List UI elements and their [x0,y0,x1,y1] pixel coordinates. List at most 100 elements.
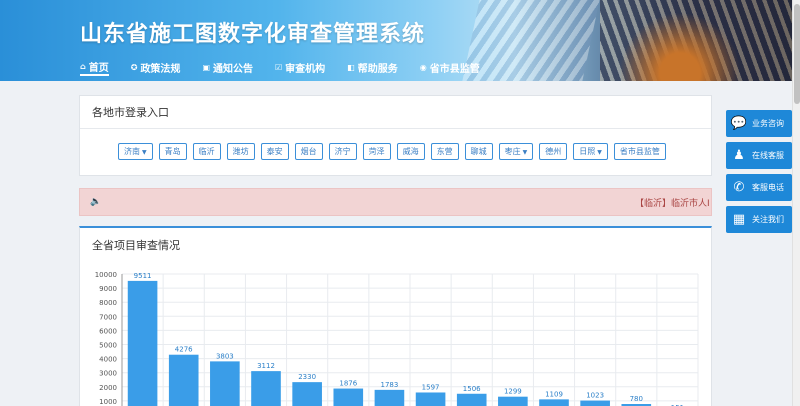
city-button-label: 东营 [436,147,453,156]
city-button-label: 济宁 [334,147,351,156]
y-tick-label: 4000 [99,356,117,364]
site-title: 山东省施工图数字化审查管理系统 [80,22,426,47]
city-button-label: 日照 [579,147,596,156]
bar-value-label: 1299 [504,388,522,396]
home-icon: ⌂ [80,61,86,71]
bar [127,280,158,406]
city-button[interactable]: 省市县监管 [613,143,666,160]
nav-item-3[interactable]: ☑ 审查机构 [275,58,325,76]
city-button[interactable]: 枣庄 ▼ [498,143,534,160]
chat-icon: 💬 [730,116,748,131]
city-button[interactable]: 泰安 [260,143,289,160]
side-item-1[interactable]: ♟ 在线客服 [726,142,792,169]
city-button-label: 潍坊 [232,147,249,156]
qq-icon: ♟ [733,148,745,163]
city-button-row: 济南 ▼ 青岛 临沂 潍坊 泰安 烟台 济宁 菏泽 威海 东营 聊城 枣庄 ▼ 德州 日照 ▼ 省市县监管 [118,143,672,160]
side-item-label: 客服电话 [752,183,784,192]
phone-icon: ✆ [733,180,745,195]
city-button[interactable]: 威海 [396,143,425,160]
y-tick-label: 9000 [99,285,117,293]
monitor-icon: ◉ [419,62,427,72]
review-stats-title: 全省项目审查情况 [92,239,180,252]
city-button[interactable]: 潍坊 [226,143,255,160]
nav-item-2[interactable]: ▣ 通知公告 [202,58,253,76]
city-button-label: 烟台 [300,147,317,156]
nav-item-4[interactable]: ◧ 帮助服务 [347,58,398,76]
city-button[interactable]: 济宁 [328,143,357,160]
city-button-label: 枣庄 [504,147,521,156]
bar [456,393,487,406]
y-tick-label: 3000 [99,370,117,378]
bar-value-label: 1506 [463,385,481,393]
city-button-label: 聊城 [470,147,487,156]
y-tick-label: 1000 [99,398,117,406]
bar-value-label: 3803 [216,352,234,360]
nav-item-label: 省市县监管 [429,63,480,75]
city-button[interactable]: 东营 [430,143,459,160]
city-login-panel: 各地市登录入口 济南 ▼ 青岛 临沂 潍坊 泰安 烟台 济宁 菏泽 威海 东营 聊城 枣庄 ▼ 德州 日照 ▼ 省… [79,95,712,176]
y-tick-label: 10000 [95,271,117,279]
nav-item-label: 审查机构 [285,63,326,75]
bar-value-label: 1023 [586,392,604,400]
nav-item-label: 通知公告 [213,63,253,75]
bar [210,361,240,406]
bar-value-label: 780 [630,395,643,403]
qrcode-icon: ▦ [732,212,746,227]
bar [374,389,405,406]
bar-value-label: 1597 [422,383,440,391]
y-tick-label: 6000 [99,327,117,335]
side-item-0[interactable]: 💬 业务咨询 [726,110,792,137]
city-button[interactable]: 烟台 [294,143,323,160]
caret-down-icon: ▼ [597,149,602,156]
notice-text[interactable]: 【临沂】临沂市人I [635,199,710,209]
city-button-label: 威海 [402,147,419,156]
side-item-3[interactable]: ▦ 关注我们 [726,206,792,233]
y-tick-label: 2000 [99,384,117,392]
side-float-toolbar: 💬 业务咨询 ♟ 在线客服 ✆ 客服电话 ▦ 关注我们 [726,110,792,238]
city-button[interactable]: 聊城 [464,143,493,160]
city-button-label: 泰安 [266,147,283,156]
policy-icon: ✪ [130,62,138,72]
side-item-label: 关注我们 [752,215,784,224]
site-header: 山东省施工图数字化审查管理系统 ⌂ 首页 ✪ 政策法规 ▣ 通知公告 ☑ 审查机构 ◧ 帮助服务 ◉… [0,0,792,81]
city-button[interactable]: 临沂 [192,143,221,160]
bar-value-label: 1783 [381,381,399,389]
city-button[interactable]: 济南 ▼ [118,143,153,160]
city-button[interactable]: 青岛 [158,143,187,160]
city-button[interactable]: 菏泽 [362,143,391,160]
nav-item-label: 政策法规 [140,63,181,75]
nav-item-5[interactable]: ◉ 省市县监管 [420,58,480,76]
city-login-title: 各地市登录入口 [80,96,711,129]
notice-bar: 🔈 【临沂】临沂市人I [79,188,712,216]
bar [333,388,364,406]
y-tick-label: 5000 [99,342,117,350]
notice-icon: ▣ [202,62,210,72]
page-scrollbar[interactable] [792,0,800,406]
notice-marquee[interactable]: 【临沂】临沂市人I [635,196,710,209]
bar [580,400,610,406]
review-stats-panel: 全省项目审查情况 0100020003000400050006000700080… [79,226,712,406]
city-button[interactable]: 德州 [539,143,568,160]
nav-item-1[interactable]: ✪ 政策法规 [131,58,181,76]
caret-down-icon: ▼ [522,149,528,156]
city-button-label: 临沂 [198,147,215,156]
city-button-label: 青岛 [164,147,181,156]
bar [498,396,528,406]
bar-value-label: 4276 [175,346,193,354]
side-item-label: 在线客服 [752,151,784,160]
city-button[interactable]: 日照 ▼ [573,143,608,160]
side-item-label: 业务咨询 [752,119,784,128]
y-tick-label: 8000 [99,299,117,307]
nav-item-0[interactable]: ⌂ 首页 [80,58,109,76]
review-bar-chart: 0100020003000400050006000700080009000100… [95,271,699,406]
bar-value-label: 1876 [339,380,357,388]
side-item-2[interactable]: ✆ 客服电话 [726,174,792,201]
scrollbar-thumb[interactable] [794,4,800,104]
caret-down-icon: ▼ [142,149,147,156]
bar [539,399,569,406]
bar-value-label: 9511 [134,272,152,280]
city-button-label: 德州 [545,147,562,156]
speaker-icon: 🔈 [90,197,102,207]
main-nav: ⌂ 首页 ✪ 政策法规 ▣ 通知公告 ☑ 审查机构 ◧ 帮助服务 ◉ 省市县监管 [80,58,502,76]
nav-item-label: 首页 [88,62,109,74]
